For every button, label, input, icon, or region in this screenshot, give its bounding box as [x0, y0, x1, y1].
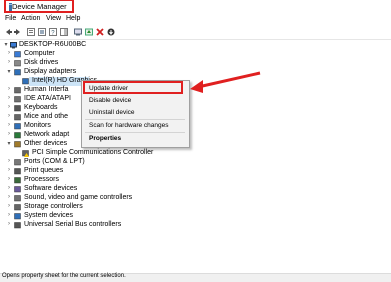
- update-driver-icon[interactable]: [85, 28, 93, 36]
- software-icon: [14, 186, 21, 193]
- view-pane-icon[interactable]: [60, 28, 68, 36]
- collapse-arrow-icon[interactable]: ▾: [6, 140, 12, 149]
- expand-arrow-icon[interactable]: ›: [6, 203, 12, 212]
- expand-arrow-icon[interactable]: ›: [6, 122, 12, 131]
- help-icon[interactable]: ?: [49, 28, 57, 36]
- tree-item-label[interactable]: System devices: [24, 212, 73, 219]
- toolbar: ?: [0, 26, 391, 40]
- tree-item-label[interactable]: Computer: [24, 50, 55, 57]
- port-icon: [14, 159, 21, 166]
- download-driver-icon[interactable]: [107, 28, 115, 36]
- network-icon: [14, 132, 21, 139]
- menu-file[interactable]: File: [5, 15, 16, 22]
- display-icon: [14, 69, 21, 76]
- menu-action[interactable]: Action: [21, 15, 40, 22]
- title-highlight-box: [4, 0, 74, 13]
- disable-device-icon[interactable]: [96, 28, 104, 36]
- title-bar: Device Manager: [0, 0, 391, 15]
- expand-arrow-icon[interactable]: ›: [6, 167, 12, 176]
- hid-icon: [14, 87, 21, 94]
- monitor-icon: [14, 123, 21, 130]
- tree-item-label[interactable]: Ports (COM & LPT): [24, 158, 85, 165]
- tree-item-label[interactable]: Disk drives: [24, 59, 58, 66]
- warning-device-icon: [22, 150, 29, 157]
- tree-item-label[interactable]: Mice and othe: [24, 113, 68, 120]
- collapse-arrow-icon[interactable]: ▾: [6, 68, 12, 77]
- tree-item-label[interactable]: Processors: [24, 176, 59, 183]
- display-icon: [22, 78, 29, 85]
- update-driver-highlight-box: [83, 81, 183, 94]
- expand-arrow-icon[interactable]: ›: [6, 131, 12, 140]
- menu-help[interactable]: Help: [66, 15, 80, 22]
- context-separator: [85, 119, 185, 120]
- context-separator: [85, 132, 185, 133]
- printer-icon: [14, 168, 21, 175]
- expand-arrow-icon[interactable]: ›: [6, 95, 12, 104]
- tree-item-label[interactable]: Sound, video and game controllers: [24, 194, 132, 201]
- tree-item-label[interactable]: Monitors: [24, 122, 51, 129]
- disk-icon: [14, 60, 21, 67]
- expand-arrow-icon[interactable]: ›: [6, 176, 12, 185]
- scan-hardware-icon[interactable]: [74, 28, 82, 36]
- expand-arrow-icon[interactable]: ›: [6, 185, 12, 194]
- computer-icon: [10, 42, 17, 49]
- expand-arrow-icon[interactable]: ›: [6, 86, 12, 95]
- system-icon: [14, 213, 21, 220]
- expand-arrow-icon[interactable]: ›: [6, 50, 12, 59]
- keyboard-icon: [14, 105, 21, 112]
- tree-item-label[interactable]: Software devices: [24, 185, 77, 192]
- tree-item-label[interactable]: Other devices: [24, 140, 67, 147]
- expand-arrow-icon[interactable]: ›: [6, 59, 12, 68]
- tree-item-label[interactable]: IDE ATA/ATAPI: [24, 95, 71, 102]
- expand-arrow-icon[interactable]: ›: [6, 158, 12, 167]
- expand-arrow-icon[interactable]: ›: [6, 212, 12, 221]
- context-properties[interactable]: Properties: [89, 135, 121, 142]
- list-view-icon[interactable]: [38, 28, 46, 36]
- expand-arrow-icon[interactable]: ›: [6, 104, 12, 113]
- tree-item-label[interactable]: PCI Simple Communications Controller: [32, 149, 153, 156]
- ide-icon: [14, 96, 21, 103]
- tree-item-label[interactable]: Network adapt: [24, 131, 69, 138]
- tree-item-label[interactable]: Storage controllers: [24, 203, 83, 210]
- properties-view-icon[interactable]: [27, 28, 35, 36]
- tree-root-label[interactable]: DESKTOP-R6U00BC: [19, 41, 86, 48]
- sound-icon: [14, 195, 21, 202]
- mouse-icon: [14, 114, 21, 121]
- tree-item-label[interactable]: Print queues: [24, 167, 63, 174]
- context-scan-hardware[interactable]: Scan for hardware changes: [89, 122, 169, 129]
- root-collapse-arrow[interactable]: ▾: [3, 41, 9, 50]
- cpu-icon: [14, 177, 21, 184]
- back-icon[interactable]: [4, 28, 12, 36]
- expand-arrow-icon[interactable]: ›: [6, 194, 12, 203]
- menu-bar: File Action View Help: [0, 15, 391, 25]
- context-disable-device[interactable]: Disable device: [89, 97, 131, 104]
- expand-arrow-icon[interactable]: ›: [6, 221, 12, 230]
- computer-icon: [14, 51, 21, 58]
- tree-item-label[interactable]: Display adapters: [24, 68, 76, 75]
- tree-item-label[interactable]: Universal Serial Bus controllers: [24, 221, 121, 228]
- expand-arrow-icon[interactable]: ›: [6, 113, 12, 122]
- forward-icon[interactable]: [14, 28, 22, 36]
- context-uninstall-device[interactable]: Uninstall device: [89, 109, 135, 116]
- status-text: Opens property sheet for the current sel…: [2, 273, 126, 279]
- usb-icon: [14, 222, 21, 229]
- storage-icon: [14, 204, 21, 211]
- device-tree: ▾ DESKTOP-R6U00BC › Computer › Disk drives ▾…: [0, 40, 391, 270]
- tree-item-label[interactable]: Human Interfa: [24, 86, 68, 93]
- other-icon: [14, 141, 21, 148]
- menu-view[interactable]: View: [46, 15, 61, 22]
- tree-item-label[interactable]: Keyboards: [24, 104, 57, 111]
